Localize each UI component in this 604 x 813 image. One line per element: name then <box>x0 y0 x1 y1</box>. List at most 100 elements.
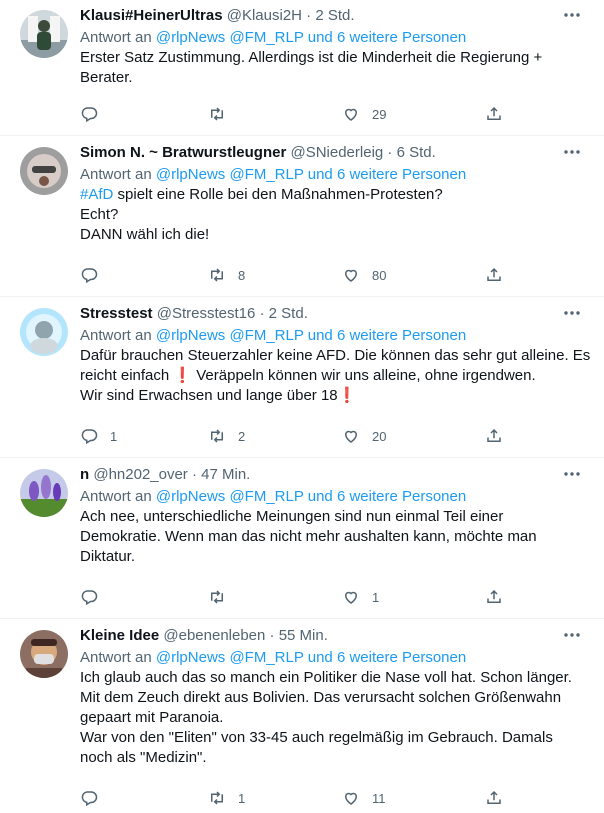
tweet-text: #AfD spielt eine Rolle bei den Maßnahmen… <box>80 185 590 245</box>
tweet[interactable]: Simon N. ~ Bratwurstleugner @SNiederleig… <box>0 137 604 297</box>
reply-context: Antwort an @rlpNews @FM_RLP und 6 weiter… <box>80 648 590 668</box>
handle[interactable]: @hn202_over <box>93 466 187 483</box>
like-count: 80 <box>372 267 387 283</box>
more-icon[interactable] <box>562 145 582 159</box>
handle[interactable]: @Stresstest16 <box>157 305 256 322</box>
share-button[interactable] <box>485 587 503 607</box>
display-name[interactable]: Simon N. ~ Bratwurstleugner <box>80 144 286 161</box>
avatar[interactable] <box>20 630 68 678</box>
tweet[interactable]: Kleine Idee @ebenenleben · 55 Min. Antwo… <box>0 620 604 813</box>
action-bar: 8 80 <box>80 265 510 285</box>
handle[interactable]: @SNiederleig <box>290 144 383 161</box>
avatar-image <box>20 10 68 58</box>
avatar-image <box>20 147 68 195</box>
avatar[interactable] <box>20 147 68 195</box>
text-line: Mit dem Zeuch direkt aus Bolivien. Das v… <box>80 689 562 706</box>
share-button[interactable] <box>485 265 503 285</box>
separator: · <box>187 466 202 483</box>
display-name[interactable]: Kleine Idee <box>80 627 159 644</box>
reply-button[interactable] <box>80 587 110 607</box>
retweet-button[interactable]: 8 <box>208 265 245 285</box>
reply-mentions[interactable]: @rlpNews @FM_RLP und 6 weitere Personen <box>156 327 466 344</box>
separator: · <box>302 7 316 24</box>
display-name[interactable]: n <box>80 466 89 483</box>
like-button[interactable]: 20 <box>342 426 386 446</box>
text-line: Echt? <box>80 206 119 223</box>
tweet-header: Simon N. ~ Bratwurstleugner @SNiederleig… <box>80 143 590 163</box>
avatar[interactable] <box>20 10 68 58</box>
reply-button[interactable] <box>80 788 110 808</box>
text-line: DANN wähl ich die! <box>80 226 210 243</box>
like-icon <box>344 591 358 604</box>
hashtag-link[interactable]: #AfD <box>80 186 113 203</box>
exclamation-emoji: ❗ <box>173 367 193 384</box>
tweet[interactable]: n @hn202_over · 47 Min. Antwort an @rlpN… <box>0 459 604 619</box>
tweet[interactable]: Klausi#HeinerUltras @Klausi2H · 2 Std. A… <box>0 0 604 136</box>
reply-mentions[interactable]: @rlpNews @FM_RLP und 6 weitere Personen <box>156 166 466 183</box>
retweet-icon <box>211 791 223 805</box>
timestamp[interactable]: 47 Min. <box>201 466 250 483</box>
like-button[interactable]: 1 <box>342 587 379 607</box>
display-name[interactable]: Stresstest <box>80 305 153 322</box>
tweet-text: Ich glaub auch das so manch ein Politike… <box>80 668 590 768</box>
retweet-button[interactable]: 2 <box>208 426 245 446</box>
more-icon[interactable] <box>562 628 582 642</box>
reply-prefix: Antwort an <box>80 649 156 666</box>
share-button[interactable] <box>485 788 503 808</box>
text-line: noch als "Medizin". <box>80 749 207 766</box>
share-button[interactable] <box>485 426 503 446</box>
retweet-button[interactable]: 1 <box>208 788 245 808</box>
reply-mentions[interactable]: @rlpNews @FM_RLP und 6 weitere Personen <box>156 488 466 505</box>
separator: · <box>383 144 397 161</box>
reply-context: Antwort an @rlpNews @FM_RLP und 6 weiter… <box>80 28 590 48</box>
avatar[interactable] <box>20 469 68 517</box>
more-icon[interactable] <box>562 467 582 481</box>
share-button[interactable] <box>485 104 503 124</box>
like-count: 29 <box>372 106 387 122</box>
retweet-button[interactable] <box>208 587 238 607</box>
exclamation-emoji: ❗ <box>337 387 357 404</box>
tweet-text: Erster Satz Zustimmung. Allerdings ist d… <box>80 48 590 88</box>
more-icon[interactable] <box>562 306 582 320</box>
retweet-count: 8 <box>238 267 246 283</box>
retweet-count: 2 <box>238 428 246 444</box>
share-icon <box>487 106 501 120</box>
retweet-icon <box>211 268 223 282</box>
reply-mentions[interactable]: @rlpNews @FM_RLP und 6 weitere Personen <box>156 29 466 46</box>
like-button[interactable]: 11 <box>342 788 386 808</box>
avatar[interactable] <box>20 308 68 356</box>
action-bar: 1 <box>80 587 510 607</box>
reply-prefix: Antwort an <box>80 29 156 46</box>
separator: · <box>255 305 269 322</box>
text-fragment: spielt eine Rolle bei den Maßnahmen-Prot… <box>113 186 443 203</box>
text-line: gepaart mit Paranoia. <box>80 709 224 726</box>
like-button[interactable]: 80 <box>342 265 386 285</box>
share-icon <box>487 267 501 281</box>
tweet-header: Stresstest @Stresstest16 · 2 Std. <box>80 304 590 324</box>
action-bar: 1 2 20 <box>80 426 510 446</box>
handle[interactable]: @ebenenleben <box>163 627 265 644</box>
handle[interactable]: @Klausi2H <box>227 7 302 24</box>
like-icon <box>344 269 358 282</box>
timestamp[interactable]: 6 Std. <box>397 144 436 161</box>
like-button[interactable]: 29 <box>342 104 386 124</box>
text-line: Diktatur. <box>80 548 136 565</box>
timestamp[interactable]: 55 Min. <box>279 627 328 644</box>
display-name[interactable]: Klausi#HeinerUltras <box>80 7 223 24</box>
like-icon <box>344 430 358 443</box>
timestamp[interactable]: 2 Std. <box>269 305 308 322</box>
reply-icon <box>81 107 98 123</box>
timestamp[interactable]: 2 Std. <box>315 7 354 24</box>
reply-button[interactable] <box>80 265 110 285</box>
text-fragment: Wir sind Erwachsen und lange über 18 <box>80 387 338 404</box>
retweet-button[interactable] <box>208 104 238 124</box>
reply-button[interactable] <box>80 104 110 124</box>
tweet[interactable]: Stresstest @Stresstest16 · 2 Std. Antwor… <box>0 298 604 458</box>
reply-button[interactable]: 1 <box>80 426 117 446</box>
tweet-header: Kleine Idee @ebenenleben · 55 Min. <box>80 626 590 646</box>
retweet-icon <box>211 429 223 443</box>
more-icon[interactable] <box>562 8 582 22</box>
action-bar: 29 <box>80 104 510 124</box>
like-icon <box>344 792 358 805</box>
reply-mentions[interactable]: @rlpNews @FM_RLP und 6 weitere Personen <box>156 649 466 666</box>
